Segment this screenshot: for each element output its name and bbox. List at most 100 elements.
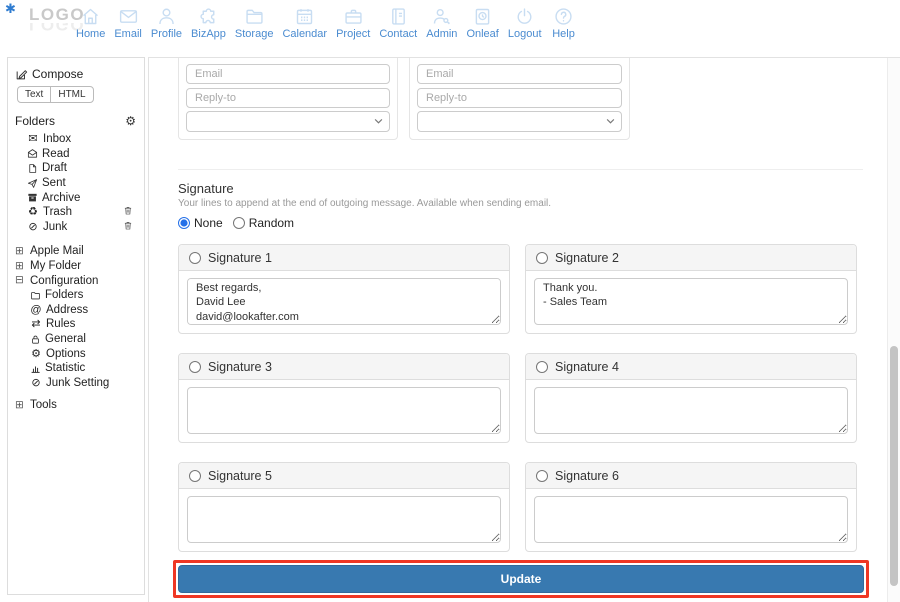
signature-slot-label: Signature 5 — [208, 468, 272, 483]
compose-button[interactable]: Compose — [15, 67, 137, 81]
logout-icon — [513, 6, 536, 27]
sidebar-item-options[interactable]: ⚙ Options — [15, 346, 137, 361]
expand-icon[interactable]: ⊞ — [15, 399, 25, 411]
identity-select[interactable] — [417, 111, 622, 132]
signature-panel-header[interactable]: Signature 5 — [179, 463, 509, 489]
signature-slot-label: Signature 1 — [208, 250, 272, 265]
empty-junk-button[interactable] — [123, 220, 133, 234]
folders-icon — [30, 290, 41, 301]
identity-select[interactable] — [186, 111, 390, 132]
signature-textarea[interactable] — [187, 278, 501, 325]
folder-list: ✉ Inbox Read Draft Sent Archive ♻ Trash ⊘ Junk — [15, 132, 137, 234]
identity-select-wrap — [186, 111, 390, 132]
tree-node-apple-mail[interactable]: ⊞ Apple Mail — [15, 244, 137, 259]
main-content: Signature Your lines to append at the en… — [148, 57, 900, 602]
signature-slot-radio[interactable] — [536, 469, 548, 482]
signature-mode-label: None — [194, 216, 223, 230]
nav-item-project[interactable]: Project — [336, 6, 370, 41]
compose-mode-html[interactable]: HTML — [50, 86, 94, 103]
signature-mode-radio[interactable] — [178, 217, 190, 229]
signature-panel: Signature 1 — [178, 244, 510, 334]
signature-panel: Signature 4 — [525, 353, 857, 443]
tree-node-configuration[interactable]: ⊟ Configuration — [15, 273, 137, 288]
update-button[interactable]: Update — [178, 565, 864, 593]
signature-mode-none[interactable]: None — [178, 216, 223, 230]
tree-node-my-folder[interactable]: ⊞ My Folder — [15, 259, 137, 274]
nav-item-storage[interactable]: Storage — [234, 6, 274, 41]
signature-panel-header[interactable]: Signature 1 — [179, 245, 509, 271]
sidebar-item-general[interactable]: General — [15, 332, 137, 347]
nav-item-email[interactable]: Email — [114, 6, 142, 41]
signature-slot-radio[interactable] — [536, 251, 548, 264]
sent-icon — [27, 178, 38, 189]
signature-textarea[interactable] — [187, 387, 501, 434]
compose-label: Compose — [32, 67, 84, 81]
signature-mode-radio[interactable] — [232, 217, 245, 229]
signature-panel-header[interactable]: Signature 3 — [179, 354, 509, 380]
nav-item-help[interactable]: Help — [551, 6, 577, 41]
signature-textarea[interactable] — [187, 496, 501, 543]
nav-item-bizapp[interactable]: BizApp — [191, 6, 226, 41]
sidebar: Compose Text HTML Folders ⚙ ✉ Inbox Read Dra… — [7, 57, 145, 595]
nav-item-admin[interactable]: Admin — [426, 6, 457, 41]
sidebar-item-junk-setting[interactable]: ⊘ Junk Setting — [15, 376, 137, 391]
trashcan-icon — [123, 205, 133, 216]
nav-item-calendar[interactable]: Calendar — [282, 6, 327, 41]
nav-item-logout[interactable]: Logout — [508, 6, 542, 41]
signature-slot-radio[interactable] — [189, 360, 201, 373]
scrollbar-track[interactable] — [887, 58, 900, 602]
sidebar-item-folders[interactable]: Folders — [15, 288, 137, 303]
signature-panel-header[interactable]: Signature 2 — [526, 245, 856, 271]
nav-label: Home — [76, 28, 106, 40]
signature-panel-body — [526, 380, 856, 446]
folder-settings-gear-icon[interactable]: ⚙ — [125, 115, 136, 127]
signature-slot-radio[interactable] — [189, 469, 201, 482]
tree-node-tools[interactable]: ⊞ Tools — [15, 398, 137, 413]
sidebar-item-inbox[interactable]: ✉ Inbox — [15, 132, 137, 147]
nav-label: Project — [336, 28, 371, 40]
identity-email-input[interactable] — [417, 64, 622, 84]
nav-label: Contact — [379, 28, 418, 40]
sidebar-item-trash[interactable]: ♻ Trash — [15, 205, 137, 220]
signature-mode-random[interactable]: Random — [232, 216, 294, 230]
identity-replyto-input[interactable] — [417, 88, 622, 108]
tree-label: Tools — [30, 399, 57, 412]
nav-item-profile[interactable]: Profile — [151, 6, 182, 41]
identity-email-input[interactable] — [186, 64, 390, 84]
sidebar-item-rules[interactable]: ⇄ Rules — [15, 317, 137, 332]
signature-description: Your lines to append at the end of outgo… — [178, 198, 552, 209]
expand-icon[interactable]: ⊞ — [15, 245, 25, 257]
nav-label: Storage — [234, 28, 274, 40]
empty-trash-button[interactable] — [123, 205, 133, 219]
compose-mode-text[interactable]: Text — [17, 86, 52, 103]
storage-icon — [243, 6, 266, 27]
signature-slot-radio[interactable] — [189, 251, 201, 264]
sidebar-item-read[interactable]: Read — [15, 147, 137, 162]
nav-item-home[interactable]: Home — [76, 6, 105, 41]
sidebar-item-junk[interactable]: ⊘ Junk — [15, 220, 137, 235]
nav-item-onleaf[interactable]: Onleaf — [466, 6, 499, 41]
signature-textarea[interactable] — [534, 496, 848, 543]
signature-panel: Signature 6 — [525, 462, 857, 552]
signature-slot-label: Signature 2 — [555, 250, 619, 265]
sidebar-item-statistic[interactable]: Statistic — [15, 361, 137, 376]
trashcan-icon — [123, 220, 133, 231]
signature-panel-header[interactable]: Signature 6 — [526, 463, 856, 489]
signature-slot-radio[interactable] — [536, 360, 548, 373]
sidebar-item-address[interactable]: @ Address — [15, 303, 137, 318]
tree-child-label: Options — [46, 347, 86, 360]
signature-panel-header[interactable]: Signature 4 — [526, 354, 856, 380]
options-icon: ⚙ — [31, 347, 41, 360]
sidebar-item-sent[interactable]: Sent — [15, 176, 137, 191]
identity-replyto-input[interactable] — [186, 88, 390, 108]
folder-label: Sent — [42, 177, 66, 190]
main-nav: Home Email Profile BizApp Storage Calendar Pro… — [76, 6, 577, 41]
collapse-icon[interactable]: ⊟ — [15, 275, 25, 286]
sidebar-item-draft[interactable]: Draft — [15, 161, 137, 176]
scrollbar-thumb[interactable] — [890, 346, 898, 586]
sidebar-item-archive[interactable]: Archive — [15, 190, 137, 205]
expand-icon[interactable]: ⊞ — [15, 260, 25, 272]
signature-textarea[interactable] — [534, 387, 848, 434]
signature-textarea[interactable] — [534, 278, 848, 325]
nav-item-contact[interactable]: Contact — [379, 6, 417, 41]
